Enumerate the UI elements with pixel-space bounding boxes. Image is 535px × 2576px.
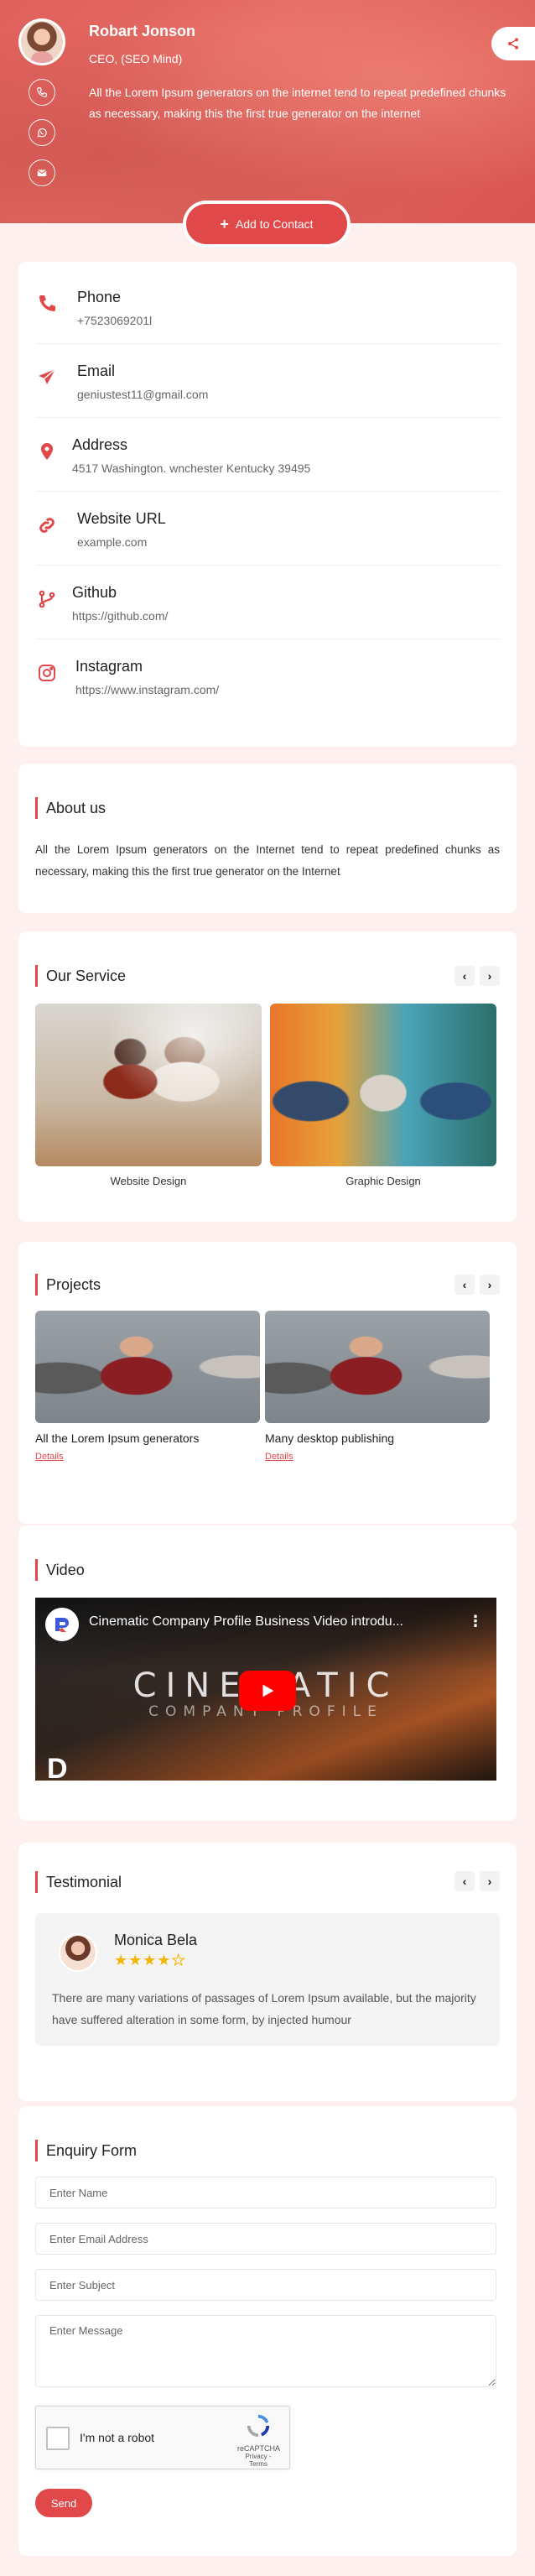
contact-email[interactable]: Email geniustest11@gmail.com [35, 344, 500, 418]
contact-value: 4517 Washington. wnchester Kentucky 3949… [72, 461, 311, 475]
star-empty-icon: ★ [171, 1952, 186, 1969]
map-pin-icon [35, 440, 59, 463]
project-image[interactable] [35, 1311, 260, 1423]
testimonial-name: Monica Bela [114, 1932, 198, 1948]
envelope-icon[interactable] [29, 159, 55, 186]
star-filled-icon: ★ [128, 1952, 143, 1969]
enquiry-title: Enquiry Form [35, 2140, 137, 2161]
share-icon [508, 38, 518, 50]
service-caption: Graphic Design [345, 1175, 421, 1187]
contact-value[interactable]: https://www.instagram.com/ [75, 683, 219, 696]
service-card: Our Service ‹ › Website Design Graphic D… [18, 931, 517, 1222]
chevron-left-icon[interactable]: ‹ [454, 966, 475, 986]
projects-carousel-nav: ‹ › [454, 1275, 500, 1295]
chevron-right-icon[interactable]: › [480, 1871, 500, 1891]
chevron-left-icon[interactable]: ‹ [454, 1871, 475, 1891]
vcard-page: Robart Jonson CEO, (SEO Mind) All the Lo… [0, 0, 535, 2576]
profile-role: CEO, (SEO Mind) [89, 52, 183, 65]
star-filled-icon: ★ [157, 1952, 172, 1969]
chevron-right-icon[interactable]: › [480, 1275, 500, 1295]
more-vertical-icon[interactable]: ⋮ [468, 1613, 483, 1630]
star-filled-icon: ★ [114, 1952, 129, 1969]
service-title: Our Service [35, 965, 126, 987]
contact-label: Website URL [77, 510, 166, 527]
paper-plane-icon [35, 366, 59, 389]
video-player[interactable]: CINEMATIC COMPANY PROFILE Cinematic Comp… [35, 1598, 496, 1781]
video-card: Video CINEMATIC COMPANY PROFILE Cinemati… [18, 1525, 517, 1821]
project-details-link[interactable]: Details [35, 1452, 64, 1462]
projects-card: Projects ‹ › All the Lorem Ipsum generat… [18, 1242, 517, 1524]
contact-label: Email [77, 362, 116, 379]
add-to-contact-label: Add to Contact [235, 217, 314, 231]
service-image[interactable] [270, 1004, 496, 1166]
project-title: Many desktop publishing [265, 1431, 395, 1445]
contact-value[interactable]: example.com [77, 535, 147, 549]
message-textarea[interactable] [35, 2315, 496, 2387]
project-title: All the Lorem Ipsum generators [35, 1431, 200, 1445]
contact-label: Address [72, 436, 128, 453]
star-rating: ★★★★★ [114, 1952, 186, 1969]
email-input[interactable] [35, 2223, 496, 2255]
name-input[interactable] [35, 2177, 496, 2208]
send-button[interactable]: Send [35, 2489, 92, 2517]
contact-label: Phone [77, 289, 122, 305]
service-caption: Website Design [110, 1175, 187, 1187]
whatsapp-icon[interactable] [29, 119, 55, 146]
recaptcha-label: I'm not a robot [80, 2431, 155, 2444]
share-button[interactable] [491, 27, 535, 60]
contact-card: Phone +7523069201l Email geniustest11@gm… [18, 262, 517, 747]
testimonial-card: Testimonial ‹ › Monica Bela ★★★★★ There … [18, 1843, 517, 2101]
testimonial-item: Monica Bela ★★★★★ There are many variati… [35, 1913, 500, 2046]
project-image[interactable] [265, 1311, 490, 1423]
contact-phone[interactable]: Phone +7523069201l [35, 270, 500, 344]
contact-value[interactable]: geniustest11@gmail.com [77, 388, 208, 401]
git-branch-icon [35, 587, 59, 611]
project-details-link[interactable]: Details [265, 1452, 293, 1462]
chevron-right-icon[interactable]: › [480, 966, 500, 986]
chevron-left-icon[interactable]: ‹ [454, 1275, 475, 1295]
play-icon [262, 1684, 274, 1697]
avatar [18, 18, 65, 65]
recaptcha-links[interactable]: Privacy - Terms [237, 2453, 279, 2468]
recaptcha-checkbox[interactable] [46, 2427, 70, 2450]
contact-website[interactable]: Website URL example.com [35, 492, 500, 566]
profile-header: Robart Jonson CEO, (SEO Mind) All the Lo… [0, 0, 535, 223]
contact-address: Address 4517 Washington. wnchester Kentu… [35, 418, 500, 492]
profile-name: Robart Jonson [89, 23, 196, 39]
contact-label: Github [72, 584, 117, 601]
recaptcha-logo-icon: reCAPTCHA Privacy - Terms [237, 2413, 281, 2468]
recaptcha-widget: I'm not a robot reCAPTCHA Privacy - Term… [35, 2406, 290, 2469]
phone-icon[interactable] [29, 79, 55, 106]
contact-label: Instagram [75, 658, 143, 675]
video-title[interactable]: Cinematic Company Profile Business Video… [89, 1614, 449, 1630]
testimonial-text: There are many variations of passages of… [52, 1991, 476, 2026]
service-carousel-nav: ‹ › [454, 966, 500, 986]
contact-instagram[interactable]: Instagram https://www.instagram.com/ [35, 639, 500, 713]
contact-value[interactable]: +7523069201l [77, 314, 152, 327]
video-section-title: Video [35, 1559, 85, 1581]
service-image[interactable] [35, 1004, 262, 1166]
recaptcha-brand: reCAPTCHA [237, 2444, 281, 2453]
channel-watermark-icon: D [47, 1753, 68, 1781]
channel-logo-icon[interactable] [45, 1608, 79, 1641]
plus-icon: + [220, 216, 229, 232]
testimonial-carousel-nav: ‹ › [454, 1871, 500, 1891]
about-title: About us [35, 797, 106, 819]
profile-bio: All the Lorem Ipsum generators on the in… [89, 86, 506, 120]
link-icon [35, 514, 59, 537]
instagram-icon [35, 661, 59, 685]
testimonial-title: Testimonial [35, 1871, 122, 1893]
about-card: About us All the Lorem Ipsum generators … [18, 764, 517, 913]
phone-icon [35, 292, 59, 315]
subject-input[interactable] [35, 2269, 496, 2301]
contact-value[interactable]: https://github.com/ [72, 609, 168, 623]
about-text: All the Lorem Ipsum generators on the In… [35, 843, 500, 878]
contact-github[interactable]: Github https://github.com/ [35, 566, 500, 639]
play-button[interactable] [239, 1671, 296, 1711]
avatar [59, 1933, 97, 1972]
enquiry-card: Enquiry Form I'm not a robot reCAPTCHA P… [18, 2106, 517, 2556]
projects-title: Projects [35, 1274, 101, 1296]
add-to-contact-button[interactable]: + Add to Contact [183, 201, 351, 248]
star-filled-icon: ★ [143, 1952, 158, 1969]
